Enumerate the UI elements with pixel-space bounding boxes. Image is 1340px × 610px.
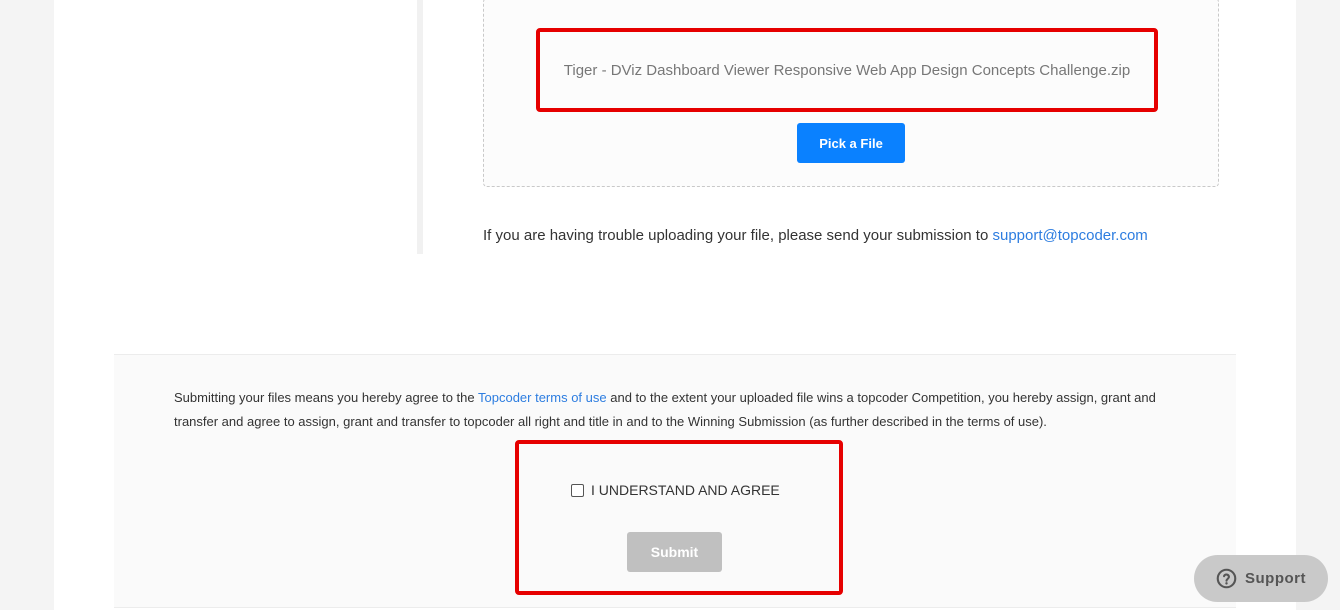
agree-checkbox-row[interactable]: I UNDERSTAND AND AGREE: [571, 482, 780, 498]
support-widget-button[interactable]: Support: [1194, 555, 1328, 602]
upload-trouble-text: If you are having trouble uploading your…: [483, 227, 993, 244]
upload-trouble-note: If you are having trouble uploading your…: [483, 227, 1148, 244]
terms-section: Submitting your files means you hereby a…: [114, 354, 1236, 608]
terms-text-before: Submitting your files means you hereby a…: [174, 390, 478, 405]
sidebar-divider: [417, 0, 423, 254]
selected-file-highlight: Tiger - DViz Dashboard Viewer Responsive…: [536, 28, 1158, 112]
terms-statement: Submitting your files means you hereby a…: [174, 386, 1174, 434]
pick-file-button[interactable]: Pick a File: [797, 123, 905, 163]
main-content: Tiger - DViz Dashboard Viewer Responsive…: [54, 0, 1296, 610]
agreement-highlight: I UNDERSTAND AND AGREE Submit: [515, 440, 843, 595]
support-email-link[interactable]: support@topcoder.com: [992, 227, 1147, 244]
help-circle-icon: [1216, 568, 1237, 589]
agree-checkbox[interactable]: [571, 483, 584, 497]
support-label: Support: [1245, 570, 1306, 587]
agree-label: I UNDERSTAND AND AGREE: [591, 482, 780, 498]
terms-of-use-link[interactable]: Topcoder terms of use: [478, 390, 607, 405]
submit-button[interactable]: Submit: [627, 532, 722, 572]
selected-file-name: Tiger - DViz Dashboard Viewer Responsive…: [563, 61, 1131, 79]
